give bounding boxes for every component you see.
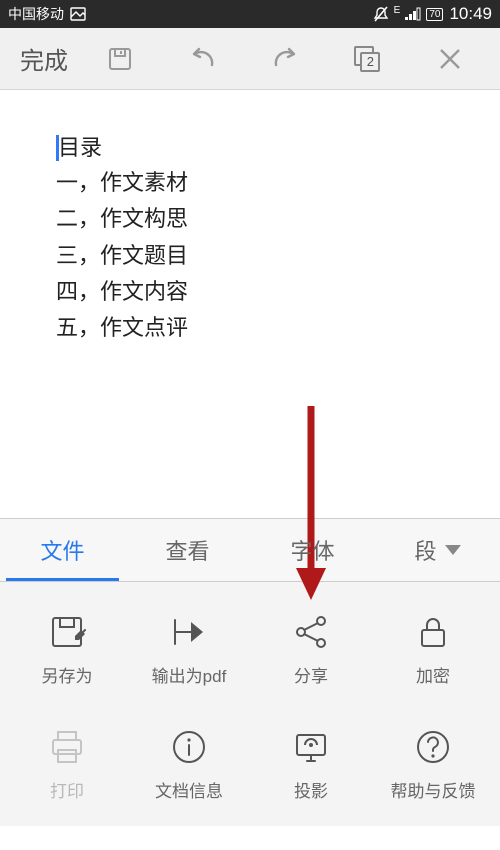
tab-view[interactable]: 查看	[125, 519, 250, 581]
clock: 10:49	[449, 4, 492, 24]
lock-icon	[413, 612, 453, 652]
action-label: 输出为pdf	[152, 662, 227, 687]
redo-button[interactable]	[245, 28, 325, 89]
file-actions-panel: 另存为 输出为pdf 分享 加密 打印 文档信息 投影 帮助与反	[0, 582, 500, 826]
tab-label: 查看	[165, 534, 209, 566]
doc-title: 目录	[58, 130, 102, 165]
carrier-label: 中国移动	[8, 4, 64, 24]
doc-line: 一，作文素材	[56, 165, 470, 201]
save-as-icon	[47, 612, 87, 652]
chevron-down-icon	[445, 545, 461, 555]
signal-icon	[404, 7, 422, 21]
page-count: 2	[360, 52, 380, 72]
help-icon	[413, 727, 453, 767]
save-button[interactable]	[80, 28, 160, 89]
export-pdf-button[interactable]: 输出为pdf	[128, 612, 250, 687]
tab-label: 段	[414, 534, 436, 566]
action-label: 打印	[50, 777, 84, 802]
tab-file[interactable]: 文件	[0, 519, 125, 581]
project-button[interactable]: 投影	[250, 727, 372, 802]
action-label: 另存为	[42, 662, 93, 687]
project-icon	[291, 727, 331, 767]
network-type: E	[394, 5, 401, 16]
help-button[interactable]: 帮助与反馈	[372, 727, 494, 802]
doc-line: 二，作文构思	[56, 201, 470, 237]
gallery-icon	[70, 7, 86, 21]
doc-info-button[interactable]: 文档信息	[128, 727, 250, 802]
silent-icon	[372, 6, 390, 22]
doc-line: 四，作文内容	[56, 274, 470, 310]
action-label: 文档信息	[155, 777, 223, 802]
info-icon	[169, 727, 209, 767]
print-button[interactable]: 打印	[6, 727, 128, 802]
action-label: 帮助与反馈	[391, 777, 476, 802]
export-icon	[169, 612, 209, 652]
pages-icon: 2	[354, 46, 380, 72]
status-bar: 中国移动 E 70 10:49	[0, 0, 500, 28]
bottom-tab-bar: 文件 查看 字体 段	[0, 518, 500, 582]
encrypt-button[interactable]: 加密	[372, 612, 494, 687]
share-button[interactable]: 分享	[250, 612, 372, 687]
doc-line: 三，作文题目	[56, 238, 470, 274]
tab-paragraph[interactable]: 段	[375, 519, 500, 581]
action-label: 分享	[294, 662, 328, 687]
done-button[interactable]: 完成	[10, 33, 78, 84]
tab-font[interactable]: 字体	[250, 519, 375, 581]
battery-level: 70	[426, 8, 443, 21]
pages-button[interactable]: 2	[327, 28, 407, 89]
tab-label: 文件	[40, 534, 84, 566]
action-label: 加密	[416, 662, 450, 687]
document-canvas[interactable]: 目录 一，作文素材 二，作文构思 三，作文题目 四，作文内容 五，作文点评	[0, 90, 500, 518]
undo-button[interactable]	[162, 28, 242, 89]
doc-line: 五，作文点评	[56, 310, 470, 346]
save-as-button[interactable]: 另存为	[6, 612, 128, 687]
action-label: 投影	[294, 777, 328, 802]
tab-label: 字体	[290, 534, 334, 566]
editor-toolbar: 完成 2	[0, 28, 500, 90]
print-icon	[47, 727, 87, 767]
close-button[interactable]	[410, 28, 490, 89]
share-icon	[291, 612, 331, 652]
